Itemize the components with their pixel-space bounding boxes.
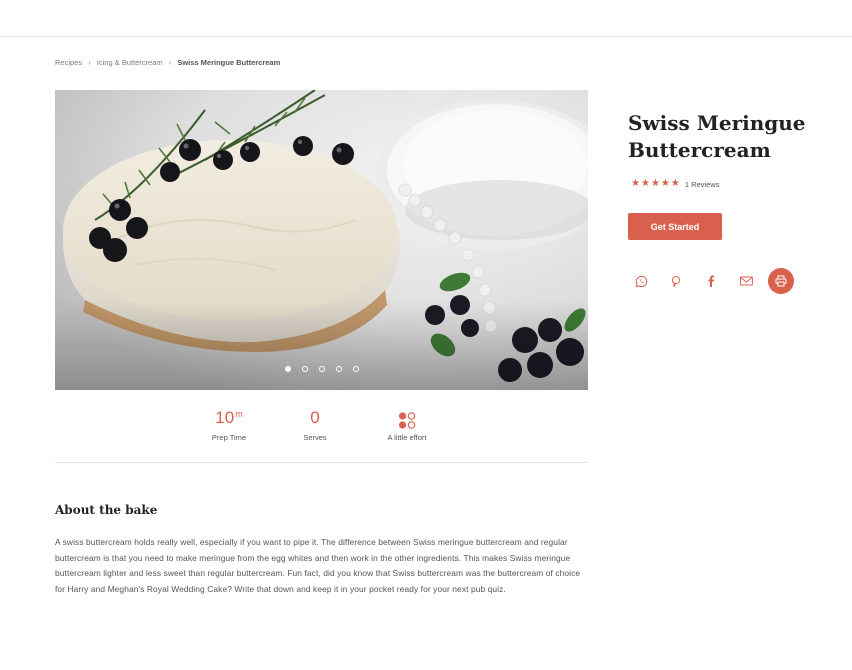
email-icon[interactable] — [733, 268, 759, 294]
print-icon[interactable] — [768, 268, 794, 294]
recipe-stats: 10 m Prep Time 0 Serves A little effort — [55, 405, 588, 463]
star-icon: ★ — [660, 178, 670, 189]
about-text: A swiss buttercream holds really well, e… — [55, 537, 581, 594]
pinterest-icon[interactable] — [663, 268, 689, 294]
breadcrumb-recipes[interactable]: Recipes — [55, 58, 82, 67]
reviews-count[interactable]: 1 Reviews — [685, 180, 720, 189]
rating[interactable]: ★ ★ ★ ★ ★ 1 Reviews — [631, 178, 719, 190]
breadcrumb-separator: › — [88, 58, 91, 67]
star-icon: ★ — [670, 178, 680, 189]
breadcrumb-current: Swiss Meringue Buttercream — [177, 58, 281, 67]
facebook-icon[interactable] — [698, 268, 724, 294]
star-icon: ★ — [640, 178, 650, 189]
carousel-dots — [55, 366, 588, 372]
carousel-dot-1[interactable] — [284, 366, 291, 372]
effort-dots-icon — [362, 405, 452, 431]
breadcrumb: Recipes › Icing & Buttercream › Swiss Me… — [55, 58, 280, 67]
stat-serves: 0 Serves — [270, 405, 360, 442]
carousel-dot-3[interactable] — [318, 366, 325, 372]
effort-label: A little effort — [387, 433, 427, 442]
stat-effort: A little effort — [362, 405, 452, 442]
carousel-dot-4[interactable] — [335, 366, 342, 372]
breadcrumb-separator: › — [168, 58, 172, 67]
hero-carousel[interactable] — [55, 90, 588, 390]
prep-time-value: 10 — [215, 408, 235, 427]
hero-image — [55, 90, 588, 390]
carousel-dot-2[interactable] — [301, 366, 308, 372]
star-icon: ★ — [650, 178, 660, 189]
carousel-dot-5[interactable] — [352, 366, 359, 372]
breadcrumb-icing-buttercream[interactable]: Icing & Buttercream — [97, 58, 163, 67]
star-icon: ★ — [631, 178, 640, 189]
serves-value: 0 — [310, 408, 320, 427]
whatsapp-icon[interactable] — [628, 268, 654, 294]
serves-label: Serves — [303, 433, 327, 442]
site-header — [0, 0, 852, 37]
get-started-button[interactable]: Get Started — [628, 213, 722, 240]
prep-time-label: Prep Time — [211, 433, 247, 442]
prep-time-unit: m — [235, 409, 243, 419]
recipe-title: Swiss Meringue Buttercream — [628, 111, 806, 162]
prep-time-value-row: 10 m — [184, 405, 274, 431]
about-title: About the bake — [55, 503, 158, 517]
stat-prep-time: 10 m Prep Time — [184, 405, 274, 442]
share-bar — [628, 268, 794, 294]
